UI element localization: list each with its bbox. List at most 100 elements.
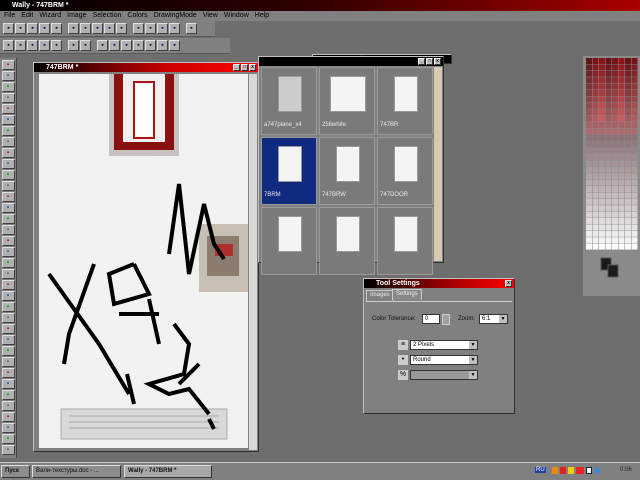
color-tolerance-spinner[interactable] <box>442 314 450 325</box>
palette-swatch[interactable] <box>618 218 625 224</box>
palette-swatch[interactable] <box>625 205 631 212</box>
browser-thumbnail[interactable] <box>377 207 433 275</box>
tool-button[interactable]: ▪ <box>1 236 15 246</box>
palette-swatch[interactable] <box>625 134 631 141</box>
palette-swatch[interactable] <box>605 109 612 116</box>
palette-swatch[interactable] <box>631 134 638 141</box>
palette-swatch[interactable] <box>612 109 618 116</box>
palette-swatch[interactable] <box>631 160 638 167</box>
palette-swatch[interactable] <box>625 218 631 224</box>
palette-swatch[interactable] <box>592 218 599 224</box>
palette-swatch[interactable] <box>599 115 605 122</box>
palette-swatch[interactable] <box>612 198 618 205</box>
palette-swatch[interactable] <box>618 179 625 186</box>
redo-button[interactable]: ▪ <box>116 23 127 34</box>
tool-button[interactable]: ▪ <box>1 137 15 147</box>
palette-swatch[interactable] <box>625 243 631 250</box>
palette-swatch[interactable] <box>625 90 631 96</box>
palette-swatch[interactable] <box>605 224 612 231</box>
tool-button[interactable]: ▪ <box>1 324 15 334</box>
palette-swatch[interactable] <box>592 122 599 128</box>
tool-button[interactable]: ▪ <box>1 269 15 279</box>
palette-swatch[interactable] <box>592 64 599 71</box>
palette-swatch[interactable] <box>625 160 631 167</box>
palette-swatch[interactable] <box>618 147 625 154</box>
palette-swatch[interactable] <box>631 237 638 244</box>
palette-swatch[interactable] <box>599 147 605 154</box>
palette-swatch[interactable] <box>586 192 592 199</box>
tool-button[interactable]: ▪ <box>1 115 15 125</box>
palette-swatch[interactable] <box>599 192 605 199</box>
menu-selection[interactable]: Selection <box>93 11 122 21</box>
tray-icon[interactable] <box>576 467 584 474</box>
tool-button[interactable]: ▪ <box>1 181 15 191</box>
palette-swatch[interactable] <box>612 96 618 103</box>
palette-swatch[interactable] <box>612 90 618 96</box>
image-browser-window[interactable]: _ □ x a747plane_x4 256white 747BR 7BRM 747BRW 7… <box>258 56 444 275</box>
palette-swatch[interactable] <box>605 58 612 64</box>
mode-c-button[interactable]: ▪ <box>121 40 132 51</box>
palette-swatch[interactable] <box>618 160 625 167</box>
palette-swatch[interactable] <box>625 224 631 231</box>
palette-swatch[interactable] <box>599 218 605 224</box>
palette-swatch[interactable] <box>605 83 612 90</box>
palette-swatch[interactable] <box>612 102 618 109</box>
palette-swatch[interactable] <box>599 128 605 135</box>
palette-swatch[interactable] <box>625 96 631 103</box>
tool-button[interactable]: ▪ <box>1 93 15 103</box>
palette-swatch[interactable] <box>586 134 592 141</box>
tool-button[interactable]: ▪ <box>1 313 15 323</box>
palette-swatch[interactable] <box>592 230 599 237</box>
tool-button[interactable]: ▪ <box>1 280 15 290</box>
tool-button[interactable]: ▪ <box>1 104 15 114</box>
tool-button[interactable]: ▪ <box>1 60 15 70</box>
tool-button[interactable]: ▪ <box>1 302 15 312</box>
palette-swatch[interactable] <box>612 141 618 148</box>
browser-thumbnail[interactable]: 747DOOR <box>377 137 433 205</box>
browser-thumbnail[interactable] <box>319 207 375 275</box>
palette-swatch[interactable] <box>618 90 625 96</box>
palette-swatch[interactable] <box>625 192 631 199</box>
palette-swatch[interactable] <box>586 83 592 90</box>
copy-button[interactable]: ▪ <box>80 23 91 34</box>
palette-swatch[interactable] <box>631 179 638 186</box>
palette-swatch[interactable] <box>631 122 638 128</box>
tool-button[interactable]: ▪ <box>1 401 15 411</box>
palette-swatch[interactable] <box>618 83 625 90</box>
brush-shape-select[interactable]: Round ▼ <box>410 355 478 365</box>
browser-thumbnail[interactable]: 747BR <box>377 67 433 135</box>
tool-button[interactable]: ▪ <box>1 126 15 136</box>
tool-a-button[interactable]: ▪ <box>133 23 144 34</box>
palette-swatch[interactable] <box>618 109 625 116</box>
wizard-button[interactable]: ▪ <box>186 23 197 34</box>
palette-swatch[interactable] <box>605 90 612 96</box>
image-vertical-scrollbar[interactable] <box>249 74 257 450</box>
palette-swatch[interactable] <box>612 205 618 212</box>
browser-thumbnail[interactable]: 7BRM <box>261 137 317 205</box>
tool-button[interactable]: ▪ <box>1 225 15 235</box>
palette-swatch[interactable] <box>625 83 631 90</box>
palette-swatch[interactable] <box>612 154 618 160</box>
palette-swatch[interactable] <box>592 198 599 205</box>
maximize-button[interactable]: □ <box>241 64 248 71</box>
palette-swatch[interactable] <box>599 83 605 90</box>
palette-swatch[interactable] <box>631 166 638 173</box>
palette-swatch[interactable] <box>631 141 638 148</box>
palette-swatch[interactable] <box>599 90 605 96</box>
palette-swatch[interactable] <box>618 198 625 205</box>
tool-button[interactable]: ▪ <box>1 412 15 422</box>
menu-colors[interactable]: Colors <box>127 11 147 21</box>
view-b-button[interactable]: ▪ <box>15 40 26 51</box>
palette-swatch[interactable] <box>592 166 599 173</box>
background-color-swatch[interactable] <box>607 264 619 278</box>
palette-swatch[interactable] <box>599 205 605 212</box>
palette-swatch[interactable] <box>605 160 612 167</box>
palette-grid[interactable] <box>583 56 640 296</box>
tab-settings[interactable]: Settings <box>392 289 422 300</box>
palette-swatch[interactable] <box>586 154 592 160</box>
palette-swatch[interactable] <box>599 109 605 116</box>
palette-swatch[interactable] <box>592 128 599 135</box>
palette-swatch[interactable] <box>625 166 631 173</box>
palette-swatch[interactable] <box>618 237 625 244</box>
palette-swatch[interactable] <box>631 211 638 218</box>
